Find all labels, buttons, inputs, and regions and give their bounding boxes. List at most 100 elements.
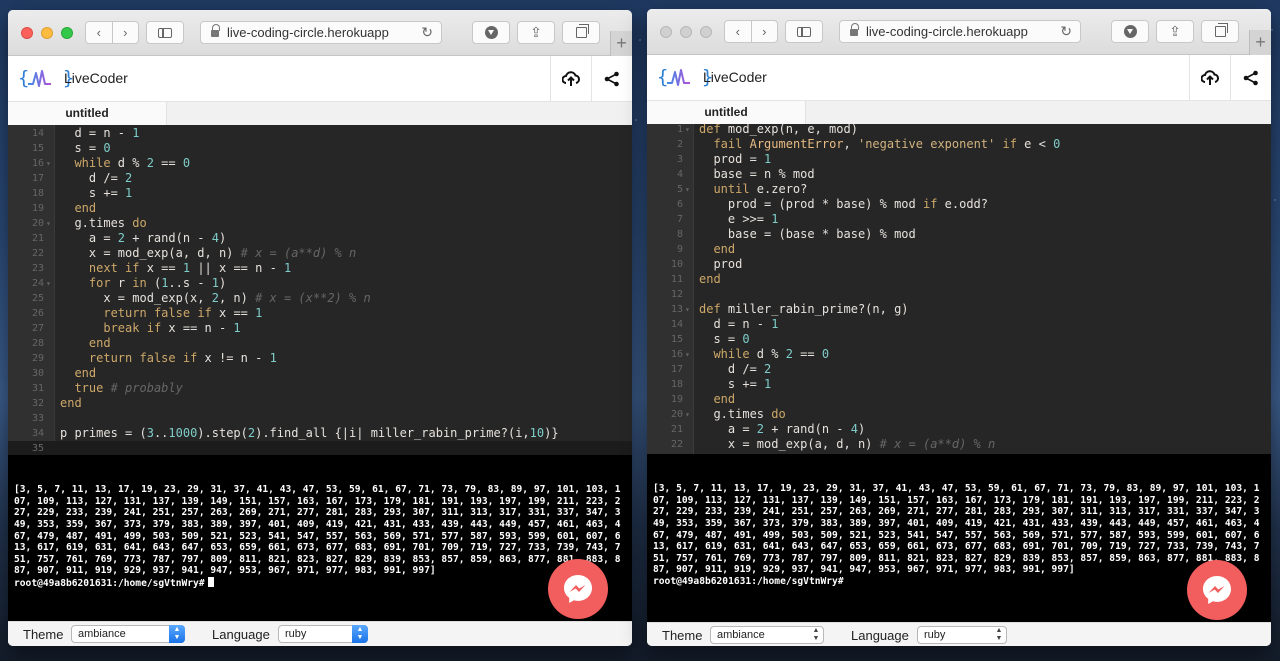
fold-arrow-icon[interactable]: ▾ bbox=[685, 407, 690, 422]
upload-button[interactable] bbox=[550, 56, 591, 102]
reload-icon[interactable]: ↻ bbox=[421, 24, 433, 41]
line-number: 26 bbox=[31, 308, 44, 319]
fold-arrow-icon[interactable]: ▾ bbox=[685, 347, 690, 362]
show-tabs-button[interactable] bbox=[1201, 20, 1239, 43]
fold-arrow-icon[interactable]: ▾ bbox=[46, 276, 51, 291]
fold-arrow-icon[interactable]: ▾ bbox=[685, 302, 690, 317]
code-line[interactable]: 7 e >>= 1 bbox=[647, 212, 1271, 227]
fold-arrow-icon[interactable]: ▾ bbox=[685, 182, 690, 197]
code-line[interactable]: 18 s += 1 bbox=[8, 186, 632, 201]
upload-button[interactable] bbox=[1189, 55, 1230, 101]
terminal-output[interactable]: [3, 5, 7, 11, 13, 17, 19, 23, 29, 31, 37… bbox=[647, 454, 1271, 622]
share-button[interactable] bbox=[591, 56, 632, 102]
lock-icon bbox=[211, 24, 220, 37]
share-button[interactable] bbox=[1230, 55, 1271, 101]
address-bar[interactable]: live-coding-circle.herokuapp ↻ bbox=[839, 20, 1081, 43]
theme-select[interactable]: ambiance ▲ ▼ bbox=[710, 626, 824, 644]
forward-button[interactable]: › bbox=[752, 24, 778, 39]
reload-icon[interactable]: ↻ bbox=[1060, 23, 1072, 40]
code-line[interactable]: 14 d = n - 1 bbox=[8, 126, 632, 141]
code-line[interactable]: 4 base = n % mod bbox=[647, 167, 1271, 182]
zoom-window-button[interactable] bbox=[61, 27, 73, 39]
code-line[interactable]: 16 ▾ while d % 2 == 0 bbox=[647, 347, 1271, 362]
file-tab-untitled[interactable]: untitled bbox=[8, 102, 167, 125]
code-line[interactable]: 20 ▾ g.times do bbox=[8, 216, 632, 231]
code-text: g.times do bbox=[699, 407, 786, 421]
language-select[interactable]: ruby ▲ ▼ bbox=[917, 626, 1007, 644]
sidebar-toggle-button[interactable] bbox=[146, 21, 184, 44]
minimize-window-button[interactable] bbox=[41, 27, 53, 39]
forward-button[interactable]: › bbox=[113, 25, 139, 40]
code-line[interactable]: 21 a = 2 + rand(n - 4) bbox=[8, 231, 632, 246]
code-line[interactable]: 15 s = 0 bbox=[8, 141, 632, 156]
address-bar[interactable]: live-coding-circle.herokuapp ↻ bbox=[200, 21, 442, 44]
code-line[interactable]: 17 d /= 2 bbox=[647, 362, 1271, 377]
code-line[interactable]: 21 a = 2 + rand(n - 4) bbox=[647, 422, 1271, 437]
code-line[interactable]: 14 d = n - 1 bbox=[647, 317, 1271, 332]
new-tab-button[interactable]: + bbox=[610, 31, 632, 56]
zoom-window-button[interactable] bbox=[700, 26, 712, 38]
minimize-window-button[interactable] bbox=[680, 26, 692, 38]
code-line[interactable]: 34 p primes = (3..1000).step(2).find_all … bbox=[8, 426, 632, 441]
code-line[interactable]: 23 next if x == 1 || x == n - 1 bbox=[8, 261, 632, 276]
code-line[interactable]: 12 bbox=[647, 287, 1271, 302]
messenger-chat-button[interactable] bbox=[1187, 560, 1247, 620]
close-window-button[interactable] bbox=[660, 26, 672, 38]
code-line[interactable]: 28 end bbox=[8, 336, 632, 351]
code-line[interactable]: 31 true # probably bbox=[8, 381, 632, 396]
code-line[interactable]: 11 end bbox=[647, 272, 1271, 287]
code-text: end bbox=[74, 201, 97, 215]
share-page-button[interactable]: ⇪ bbox=[1156, 20, 1194, 43]
code-line[interactable]: 18 s += 1 bbox=[647, 377, 1271, 392]
code-line[interactable]: 30 end bbox=[8, 366, 632, 381]
code-line[interactable]: 26 return false if x == 1 bbox=[8, 306, 632, 321]
code-line[interactable]: 5 ▾ until e.zero? bbox=[647, 182, 1271, 197]
code-line[interactable]: 22 x = mod_exp(a, d, n) # x = (a**d) % n bbox=[647, 437, 1271, 452]
code-line[interactable]: 19 end bbox=[647, 392, 1271, 407]
fold-arrow-icon[interactable]: ▾ bbox=[46, 216, 51, 231]
code-line[interactable]: 20 ▾ g.times do bbox=[647, 407, 1271, 422]
browser-window-left[interactable]: ‹ › live-coding-circle.herokuapp ↻ ⇪ + {… bbox=[8, 10, 632, 646]
code-line[interactable]: 9 end bbox=[647, 242, 1271, 257]
downloads-button[interactable] bbox=[472, 21, 510, 44]
code-line[interactable]: 35 bbox=[8, 441, 632, 455]
code-line[interactable]: 3 prod = 1 bbox=[647, 152, 1271, 167]
show-tabs-button[interactable] bbox=[562, 21, 600, 44]
code-line[interactable]: 15 s = 0 bbox=[647, 332, 1271, 347]
messenger-chat-button[interactable] bbox=[548, 559, 608, 619]
new-tab-button[interactable]: + bbox=[1249, 30, 1271, 55]
code-line[interactable]: 13 ▾ def miller_rabin_prime?(n, g) bbox=[647, 302, 1271, 317]
theme-select[interactable]: ambiance ▲ ▼ bbox=[71, 625, 185, 643]
code-line[interactable]: 24 ▾ for r in (1..s - 1) bbox=[8, 276, 632, 291]
code-line[interactable]: 10 prod bbox=[647, 257, 1271, 272]
code-line[interactable]: 17 d /= 2 bbox=[8, 171, 632, 186]
code-editor[interactable]: 14 d = n - 1 15 s = 0 16 ▾ while d % 2 == 0… bbox=[8, 125, 632, 455]
code-line[interactable]: 8 base = (base * base) % mod bbox=[647, 227, 1271, 242]
code-line[interactable]: 19 end bbox=[8, 201, 632, 216]
file-tab-untitled[interactable]: untitled bbox=[647, 101, 806, 124]
code-line[interactable]: 32 end bbox=[8, 396, 632, 411]
select-arrows-icon: ▲ ▼ bbox=[995, 627, 1003, 642]
code-line[interactable]: 29 return false if x != n - 1 bbox=[8, 351, 632, 366]
code-editor[interactable]: 1 ▾ def mod_exp(n, e, mod) 2 fail ArgumentE… bbox=[647, 124, 1271, 454]
line-number: 5 bbox=[676, 184, 683, 195]
terminal-output[interactable]: [3, 5, 7, 11, 13, 17, 19, 23, 29, 31, 37… bbox=[8, 455, 632, 621]
code-line[interactable]: 2 fail ArgumentError, 'negative exponent… bbox=[647, 137, 1271, 152]
fold-arrow-icon[interactable]: ▾ bbox=[685, 124, 690, 137]
share-page-button[interactable]: ⇪ bbox=[517, 21, 555, 44]
code-line[interactable]: 16 ▾ while d % 2 == 0 bbox=[8, 156, 632, 171]
browser-window-right[interactable]: ‹ › live-coding-circle.herokuapp ↻ ⇪ + {… bbox=[647, 9, 1271, 646]
code-line[interactable]: 27 break if x == n - 1 bbox=[8, 321, 632, 336]
close-window-button[interactable] bbox=[21, 27, 33, 39]
code-line[interactable]: 25 x = mod_exp(x, 2, n) # x = (x**2) % n bbox=[8, 291, 632, 306]
code-line[interactable]: 22 x = mod_exp(a, d, n) # x = (a**d) % n bbox=[8, 246, 632, 261]
downloads-button[interactable] bbox=[1111, 20, 1149, 43]
sidebar-toggle-button[interactable] bbox=[785, 20, 823, 43]
back-button[interactable]: ‹ bbox=[86, 25, 112, 40]
fold-arrow-icon[interactable]: ▾ bbox=[46, 156, 51, 171]
language-select[interactable]: ruby ▲ ▼ bbox=[278, 625, 368, 643]
code-line[interactable]: 6 prod = (prod * base) % mod if e.odd? bbox=[647, 197, 1271, 212]
code-line[interactable]: 1 ▾ def mod_exp(n, e, mod) bbox=[647, 124, 1271, 137]
back-button[interactable]: ‹ bbox=[725, 24, 751, 39]
code-line[interactable]: 33 bbox=[8, 411, 632, 426]
